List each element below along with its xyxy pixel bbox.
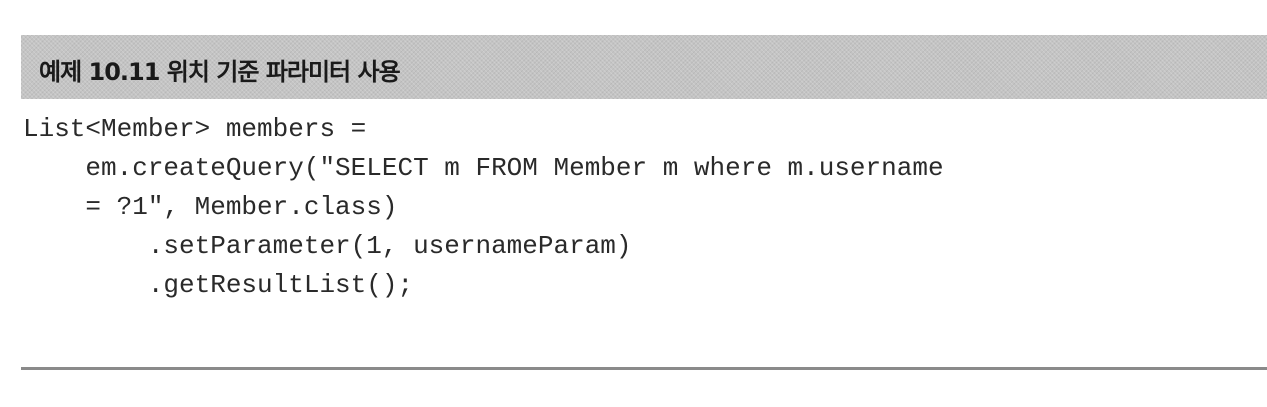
example-header: 예제 10.11 위치 기준 파라미터 사용 [21,35,1267,99]
code-line: .setParameter(1, usernameParam) [23,231,632,261]
example-title: 예제 10.11 위치 기준 파라미터 사용 [39,58,401,86]
code-line: em.createQuery("SELECT m FROM Member m w… [23,153,944,183]
bottom-divider [21,367,1267,370]
code-block: List<Member> members = em.createQuery("S… [23,110,944,305]
code-line: = ?1", Member.class) [23,192,398,222]
code-line: .getResultList(); [23,270,414,300]
code-line: List<Member> members = [23,114,367,144]
